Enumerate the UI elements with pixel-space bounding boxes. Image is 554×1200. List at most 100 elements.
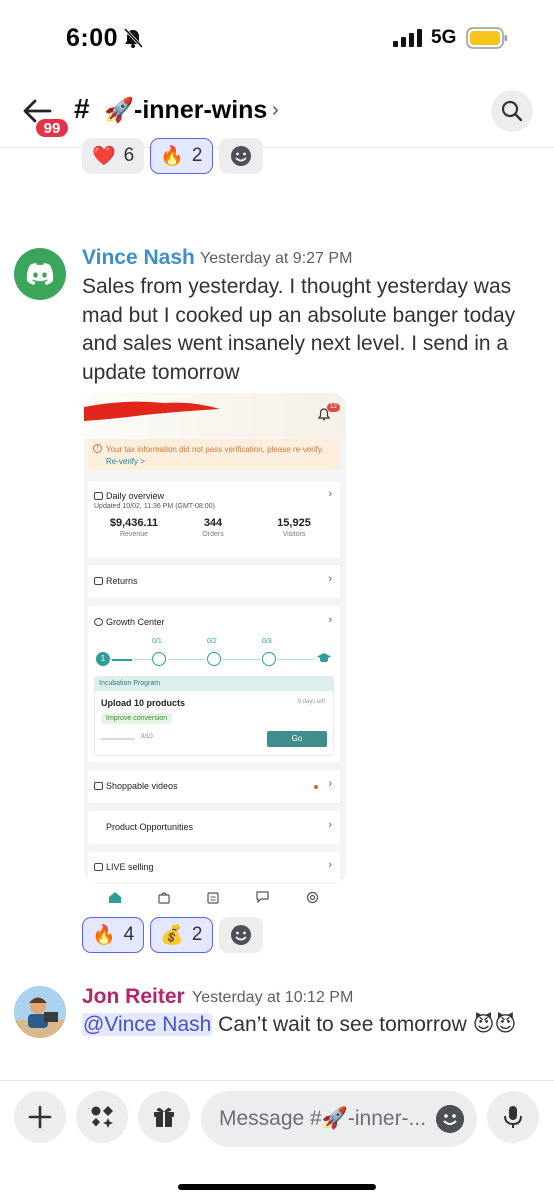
bell-muted-icon	[123, 27, 144, 49]
row-label: Shoppable videos	[106, 781, 178, 791]
chart-icon	[94, 492, 103, 500]
add-reaction-button[interactable]	[218, 917, 263, 953]
reaction-heart[interactable]: ❤️ 6	[82, 138, 145, 174]
task-title: Upload 10 products	[101, 698, 186, 708]
reaction-count: 2	[191, 145, 203, 166]
plus-icon	[28, 1105, 52, 1129]
attachment-bottom-nav	[84, 884, 346, 914]
fire-icon: 🔥	[160, 146, 184, 167]
apps-button[interactable]	[76, 1091, 128, 1143]
message-author[interactable]: Jon Reiter	[82, 985, 185, 1009]
unread-badge: 99	[34, 117, 70, 139]
avatar[interactable]	[14, 248, 66, 300]
home-indicator	[178, 1184, 376, 1190]
program-title: Incubation Program	[95, 677, 333, 691]
message-timestamp: Yesterday at 10:12 PM	[192, 989, 354, 1006]
money-bag-icon: 💰	[160, 925, 184, 946]
channel-name[interactable]: -inner-wins	[134, 96, 267, 125]
add-attachment-button[interactable]	[14, 1091, 66, 1143]
smiley-icon	[230, 925, 251, 945]
battery-icon	[466, 27, 507, 49]
tax-warning-banner: ! Your tax information did not pass veri…	[88, 439, 340, 470]
status-time: 6:00	[66, 24, 119, 52]
gift-icon	[154, 1108, 174, 1127]
task-progress-bar	[101, 738, 135, 740]
reaction-count: 4	[123, 924, 135, 945]
medal-icon	[94, 618, 103, 626]
rocket-icon: 🚀	[104, 97, 134, 124]
signal-icon	[393, 29, 422, 47]
reaction-count: 6	[123, 145, 135, 166]
redaction-scribble	[84, 401, 220, 421]
reaction-fire[interactable]: 🔥 2	[150, 138, 213, 174]
reaction-fire[interactable]: 🔥 4	[82, 917, 145, 953]
card-title: Growth Center	[106, 617, 165, 627]
step-current: 1	[96, 652, 110, 666]
add-reaction-button[interactable]	[218, 138, 263, 174]
message-composer: Message #🚀-inner-...	[0, 1080, 554, 1200]
search-icon	[501, 100, 523, 122]
incubation-program: Incubation Program Upload 10 products 9 …	[94, 676, 334, 756]
metric-visitors: 15,925 Visitors	[277, 517, 311, 538]
chevron-right-icon: ›	[328, 819, 332, 831]
voice-button[interactable]	[487, 1091, 539, 1143]
returns-icon	[94, 577, 103, 585]
chevron-right-icon: ›	[328, 488, 332, 500]
chevron-right-icon: ›	[328, 859, 332, 871]
notification-badge: 12	[327, 403, 340, 412]
status-bar: 6:00 5G	[0, 0, 554, 76]
row-label: LIVE selling	[106, 862, 154, 872]
lock-icon	[262, 652, 276, 666]
user-avatar-image	[14, 986, 66, 1038]
prev-reactions: ❤️ 6 🔥 2	[82, 138, 263, 174]
search-button[interactable]	[491, 90, 533, 132]
live-selling-row[interactable]: LIVE selling ›	[88, 852, 340, 882]
metric-revenue: $9,436.11 Revenue	[109, 517, 159, 538]
message-reactions: 🔥 4 💰 2	[82, 917, 263, 953]
chevron-right-icon: ›	[328, 778, 332, 790]
clipboard-icon	[207, 892, 219, 904]
message-text: Sales from yesterday. I thought yesterda…	[82, 275, 516, 384]
card-title: Daily overview	[106, 491, 165, 501]
progress-line	[223, 659, 261, 660]
lock-icon	[207, 652, 221, 666]
shoppable-videos-row[interactable]: Shoppable videos ›	[88, 770, 340, 803]
user-mention[interactable]: @Vince Nash	[82, 1013, 213, 1036]
go-button[interactable]: Go	[267, 731, 327, 747]
progress-line	[112, 659, 132, 661]
video-icon	[94, 782, 103, 790]
task-tag: Improve conversion	[101, 713, 173, 724]
metric-orders: 344 Orders	[202, 517, 224, 538]
step-label: 0/2	[207, 638, 217, 645]
task-progress-count: 0/10	[141, 734, 153, 740]
reaction-money-bag[interactable]: 💰 2	[150, 917, 213, 953]
sparkle-icon	[94, 823, 103, 831]
reverify-link[interactable]: Re-verify >	[106, 457, 145, 466]
smiley-icon	[230, 146, 251, 166]
returns-row[interactable]: Returns ›	[88, 565, 340, 598]
chevron-right-icon: ›	[328, 573, 332, 585]
message-timestamp: Yesterday at 9:27 PM	[200, 250, 353, 267]
tax-notice-text: Your tax information did not pass verifi…	[106, 445, 324, 454]
network-label: 5G	[431, 27, 457, 48]
updated-time: Updated 10/02, 11:36 PM (GMT-08:00)	[94, 503, 215, 510]
chevron-right-icon[interactable]: ›	[272, 99, 279, 122]
avatar[interactable]	[14, 986, 66, 1038]
growth-center-card[interactable]: Growth Center › 1 0/1 0/2 0/3 Incubation…	[88, 606, 340, 762]
fire-icon: 🔥	[92, 925, 116, 946]
message-author[interactable]: Vince Nash	[82, 246, 195, 270]
message-text: @Vince Nash Can’t wait to see tomorrow 😈…	[82, 1011, 532, 1040]
row-label: Product Opportunities	[106, 822, 194, 832]
daily-overview-card[interactable]: Daily overview › Updated 10/02, 11:36 PM…	[88, 481, 340, 558]
step-label: 0/3	[262, 638, 272, 645]
emoji-picker-icon[interactable]	[436, 1105, 464, 1133]
message-body: Can’t wait to see tomorrow 😈😈	[212, 1013, 517, 1036]
microphone-icon	[504, 1106, 522, 1128]
home-icon	[109, 892, 121, 903]
product-opportunities-row[interactable]: Product Opportunities ›	[88, 811, 340, 844]
gift-button[interactable]	[138, 1091, 190, 1143]
image-attachment[interactable]: 12 ! Your tax information did not pass v…	[84, 393, 346, 884]
days-left: 9 days left	[297, 699, 325, 705]
row-label: Returns	[106, 576, 138, 586]
step-label: 0/1	[152, 638, 162, 645]
